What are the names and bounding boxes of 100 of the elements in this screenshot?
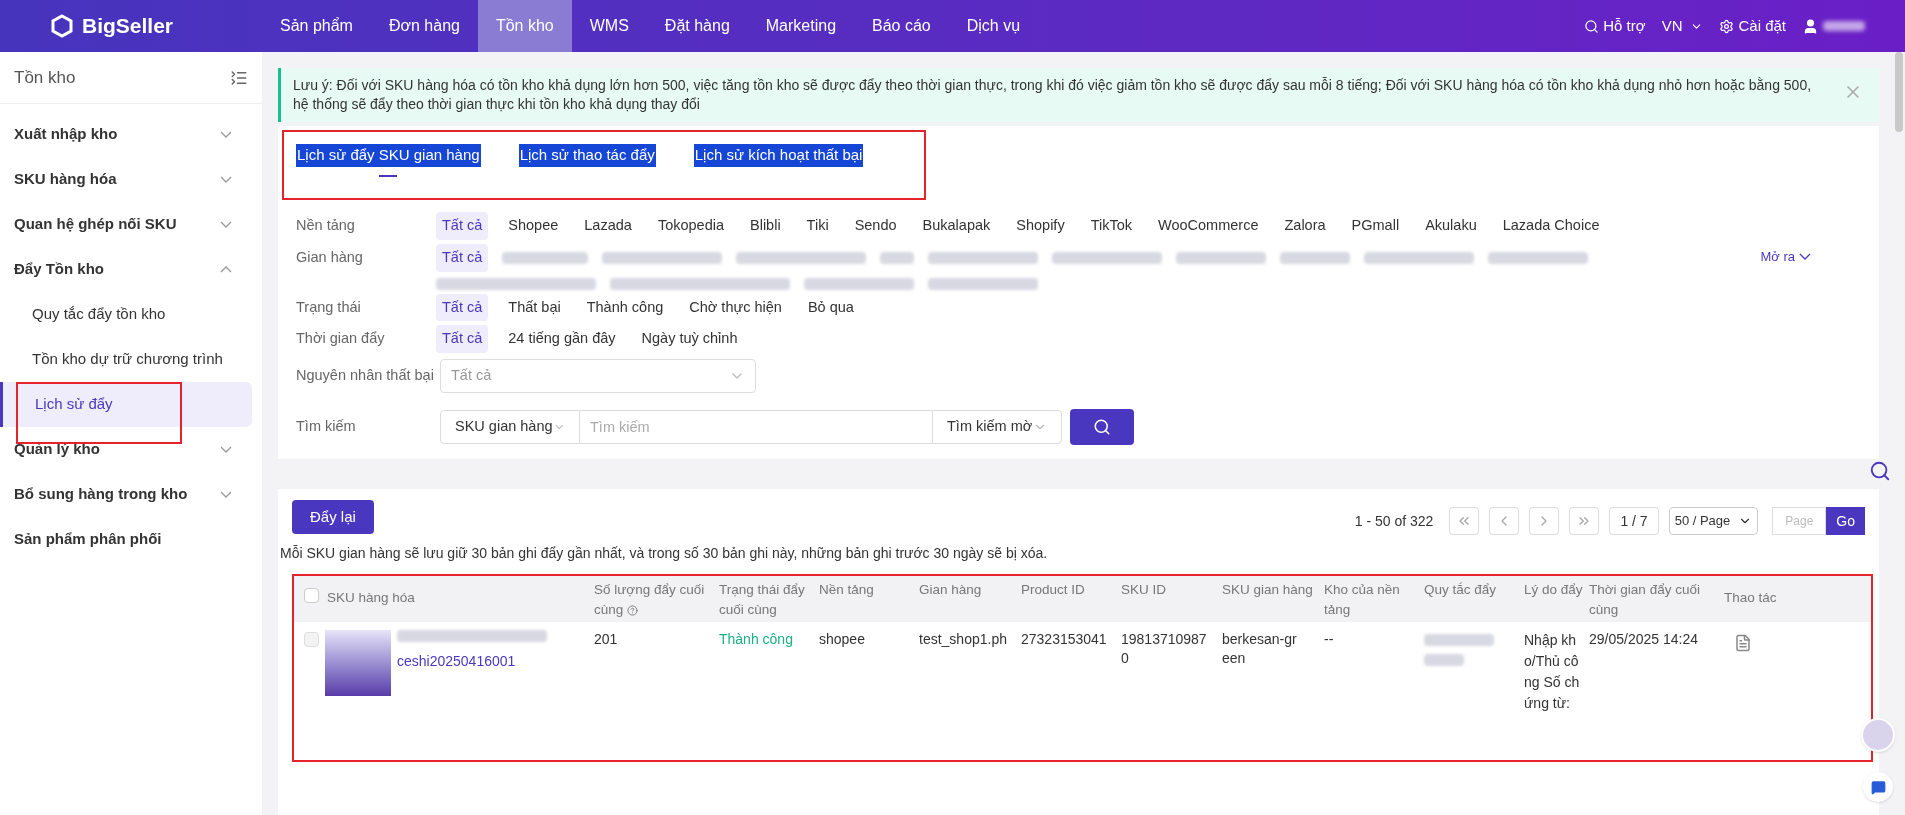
filter-option[interactable]: Lazada Choice xyxy=(1496,212,1606,240)
search-icon[interactable] xyxy=(1869,460,1891,482)
nav-tab[interactable]: WMS xyxy=(571,0,647,52)
filter-option[interactable]: Thất bại xyxy=(502,293,567,322)
retention-note: Mỗi SKU gian hàng sẽ lưu giữ 30 bản ghi đẩy gần nhất, và trong số 30 bản ghi này, những bản ghi trước 30 ngày sẽ bị xóa. xyxy=(280,544,1049,563)
column-header: Thời gian đẩy cuối cùng xyxy=(1589,581,1701,620)
filter-option[interactable]: Tiki xyxy=(800,212,835,240)
column-header: Kho của nền tảng xyxy=(1324,581,1401,620)
column-header: Lý do đẩy xyxy=(1524,581,1583,599)
logo-text: BigSeller xyxy=(82,13,174,40)
page-size-select[interactable]: 50 / Page xyxy=(1668,507,1759,535)
filter-option[interactable]: PGmall xyxy=(1345,212,1406,240)
page-nav-button[interactable] xyxy=(1529,507,1560,535)
settings-link[interactable]: Cài đặt xyxy=(1719,14,1786,38)
nav-tab[interactable]: Đơn hàng xyxy=(370,0,478,52)
user-icon[interactable] xyxy=(1802,17,1819,35)
filter-option[interactable]: Thành công xyxy=(580,293,670,322)
redacted-text xyxy=(1424,634,1494,646)
column-header: Nền tảng xyxy=(819,581,874,599)
sidebar-group[interactable]: Bổ sung hàng trong kho xyxy=(0,472,262,517)
redacted-text xyxy=(1823,21,1865,31)
filter-option[interactable]: 24 tiếng gần đây xyxy=(502,325,622,353)
sku-link[interactable]: ceshi20250416001 xyxy=(397,652,547,671)
column-header: Số lượng đẩy cuối cùng xyxy=(594,581,706,620)
filter-label: Nền tảng xyxy=(296,216,356,235)
help-link[interactable]: Hỗ trợ xyxy=(1584,14,1646,38)
redacted-text xyxy=(1424,654,1464,666)
table-cell-text: shopee xyxy=(819,630,866,649)
page-indicator: 1 / 7 xyxy=(1609,507,1659,535)
filter-option[interactable]: Akulaku xyxy=(1419,212,1483,240)
tab[interactable]: Lịch sử đẩy SKU gian hàng xyxy=(296,132,481,187)
page-input[interactable]: Page xyxy=(1772,507,1827,535)
filter-option[interactable]: Tokopedia xyxy=(651,212,730,240)
nav-tab[interactable]: Tồn kho xyxy=(477,0,572,52)
filter-option[interactable]: Ngày tuỳ chỉnh xyxy=(635,325,744,353)
filter-label: Trạng thái xyxy=(296,297,362,317)
filter-option[interactable]: Bỏ qua xyxy=(801,293,860,322)
collapse-icon[interactable] xyxy=(230,68,248,87)
page-nav-button[interactable] xyxy=(1489,507,1520,535)
filter-option[interactable]: Chờ thực hiện xyxy=(683,293,788,322)
sidebar-item[interactable]: Quy tắc đẩy tồn kho xyxy=(0,292,252,337)
search-icon xyxy=(1584,18,1600,34)
redacted-text xyxy=(1280,251,1351,264)
filter-option[interactable]: Blibli xyxy=(744,212,787,240)
caret-icon xyxy=(220,221,232,228)
row-checkbox[interactable] xyxy=(304,632,319,647)
status-text: Thành công xyxy=(719,630,794,649)
filter-option[interactable]: Tất cả xyxy=(436,243,489,272)
nav-tab[interactable]: Marketing xyxy=(747,0,855,52)
document-icon[interactable] xyxy=(1734,634,1752,652)
avatar-icon[interactable] xyxy=(1861,718,1895,752)
nav-tab[interactable]: Sản phẩm xyxy=(262,0,371,52)
sidebar-group[interactable]: SKU hàng hóa xyxy=(0,157,262,202)
logo-icon xyxy=(50,14,74,38)
notice-text: Lưu ý: Đối với SKU hàng hóa có tồn kho khả dụng lớn hơn 500, việc tăng tồn kho sẽ được đẩy theo thời gian thực, trong khi đó việc giảm tồn kho sẽ được đẩy sau mỗi 8 tiếng; Đối với SKU hàng hóa có tồn kho khả dụng nhỏ hơn hoặc bằng 500, hệ thống sẽ đẩy theo thời gian thực khi tồn kho khả dụng thay đổi xyxy=(293,76,1813,114)
filter-option[interactable]: Tất cả xyxy=(436,212,489,240)
table-cell-text: test_shop1.ph xyxy=(919,630,1008,649)
chat-button[interactable] xyxy=(1863,772,1893,802)
go-button[interactable]: Go xyxy=(1826,507,1865,535)
expand-link[interactable]: Mở ra xyxy=(1760,243,1811,270)
column-header: Thao tác xyxy=(1724,589,1777,607)
filter-option[interactable]: TikTok xyxy=(1084,212,1138,240)
nav-tab[interactable]: Dịch vụ xyxy=(948,0,1039,52)
nav-tab[interactable]: Đặt hàng xyxy=(646,0,748,52)
sidebar-group[interactable]: Sản phẩm phân phối xyxy=(0,517,262,562)
filter-option[interactable]: Lazada xyxy=(578,212,638,240)
sidebar-title: Tồn kho xyxy=(14,66,76,89)
language-select[interactable]: VN xyxy=(1661,14,1704,38)
search-mode-select[interactable]: Tìm kiếm mờ xyxy=(932,410,1062,444)
search-input[interactable]: Tìm kiếm xyxy=(580,410,932,444)
filter-option[interactable]: Sendo xyxy=(848,212,903,240)
filter-option[interactable]: Tất cả xyxy=(436,293,489,322)
search-field-select[interactable]: SKU gian hàng xyxy=(440,410,580,444)
redacted-text xyxy=(880,251,915,264)
caret-icon xyxy=(1799,253,1811,260)
sidebar-item[interactable]: Lịch sử đẩy xyxy=(0,382,252,427)
filter-label: Thời gian đẩy xyxy=(296,329,386,349)
search-button[interactable] xyxy=(1070,409,1134,445)
page-nav-button[interactable] xyxy=(1569,507,1600,535)
filter-option[interactable]: Tất cả xyxy=(436,325,489,353)
sidebar-group[interactable]: Quan hệ ghép nối SKU xyxy=(0,202,262,247)
filter-option[interactable]: WooCommerce xyxy=(1152,212,1265,240)
filter-option[interactable]: Shopee xyxy=(502,212,565,240)
nav-tab[interactable]: Báo cáo xyxy=(854,0,949,52)
sidebar-item[interactable]: Tồn kho dự trữ chương trình xyxy=(0,337,252,382)
table-cell-text: Nhập kho/Thủ công Số chứng từ: xyxy=(1524,631,1581,713)
sidebar-group[interactable]: Đẩy Tồn kho xyxy=(0,247,262,292)
filter-option[interactable]: Zalora xyxy=(1278,212,1332,240)
filter-option[interactable]: Shopify xyxy=(1010,212,1071,240)
repush-button[interactable]: Đẩy lại xyxy=(292,500,374,534)
table-cell-text: 198137109870 xyxy=(1121,630,1208,668)
page-nav-button[interactable] xyxy=(1449,507,1480,535)
filter-option[interactable]: Bukalapak xyxy=(916,212,997,240)
help-icon xyxy=(627,605,639,617)
select-all-checkbox[interactable] xyxy=(304,588,319,603)
filter-label: Nguyên nhân thất bại xyxy=(296,366,435,386)
search-icon xyxy=(1093,418,1111,436)
caret-icon xyxy=(220,131,232,138)
column-header: Product ID xyxy=(1021,581,1085,599)
sidebar-group[interactable]: Xuất nhập kho xyxy=(0,112,262,157)
